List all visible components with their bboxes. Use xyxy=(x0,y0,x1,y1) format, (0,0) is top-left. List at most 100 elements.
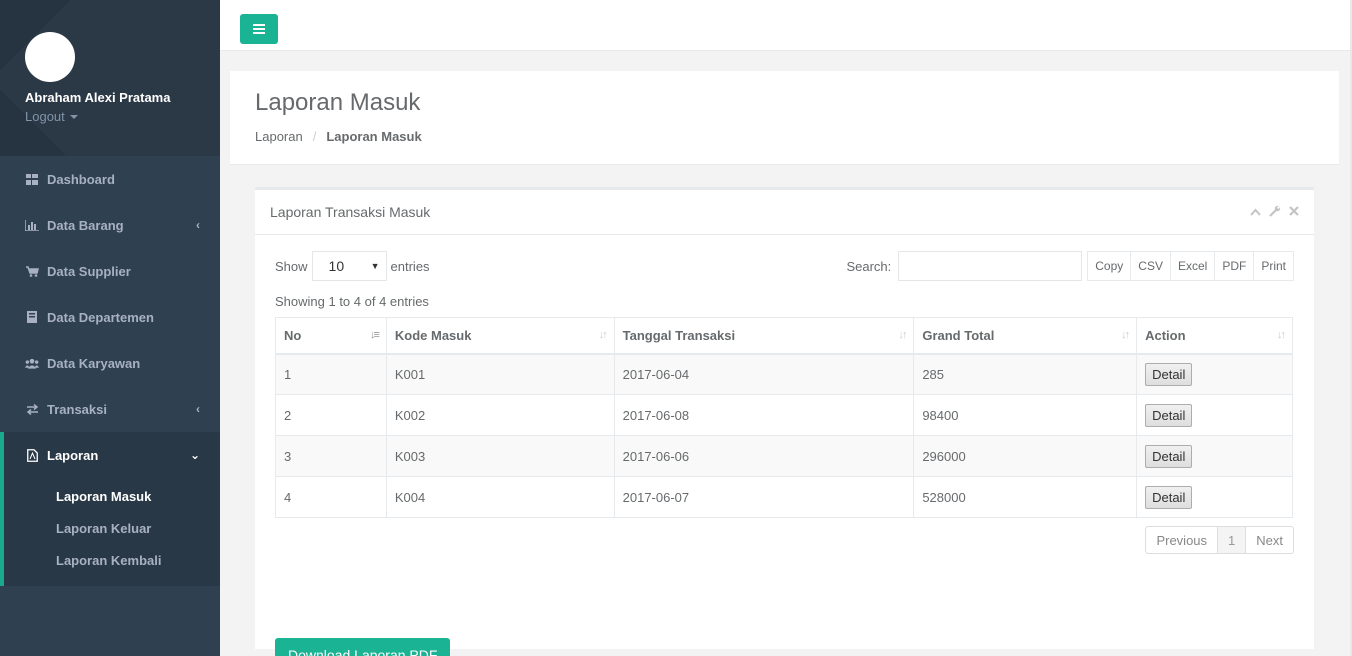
detail-button[interactable]: Detail xyxy=(1145,485,1193,509)
entries-control: Show 10 ▼ entries xyxy=(275,251,430,281)
users-icon xyxy=(25,356,39,370)
sidebar-item-label: Transaksi xyxy=(47,401,107,417)
sidebar-item-label: Laporan xyxy=(47,447,99,463)
search-input[interactable] xyxy=(898,251,1083,281)
table-header-row: No ↓≡ Kode Masuk ↓↑ Tanggal Transaksi ↓↑ Gr… xyxy=(275,317,1293,355)
report-panel: Laporan Transaksi Masuk Show 10 ▼ entrie… xyxy=(255,187,1314,656)
pagination-next[interactable]: Next xyxy=(1246,526,1294,554)
sidebar-item-laporan[interactable]: Laporan ⌄ xyxy=(4,432,220,478)
cell-no: 3 xyxy=(275,435,387,477)
sidebar-item-data-barang[interactable]: Data Barang ‹ xyxy=(0,202,220,248)
sidebar: Abraham Alexi Pratama Logout Dashboard D… xyxy=(0,0,220,656)
logout-dropdown[interactable]: Logout xyxy=(25,109,78,124)
sidebar-item-data-departemen[interactable]: Data Departemen xyxy=(0,294,220,340)
sidebar-item-data-karyawan[interactable]: Data Karyawan xyxy=(0,340,220,386)
column-header-label: Action xyxy=(1145,327,1186,343)
sort-asc-icon: ↓≡ xyxy=(369,329,380,341)
search-export-controls: Search: Copy CSV Excel PDF Print xyxy=(846,251,1294,281)
topbar xyxy=(220,0,1352,51)
sidebar-item-data-supplier[interactable]: Data Supplier xyxy=(0,248,220,294)
panel-header: Laporan Transaksi Masuk xyxy=(255,190,1314,235)
sidebar-subitem-laporan-masuk[interactable]: Laporan Masuk xyxy=(4,480,220,512)
report-table: No ↓≡ Kode Masuk ↓↑ Tanggal Transaksi ↓↑ Gr… xyxy=(275,317,1293,518)
cell-action: Detail xyxy=(1136,394,1293,436)
pagination-page-1[interactable]: 1 xyxy=(1218,526,1247,554)
copy-button[interactable]: Copy xyxy=(1087,251,1132,281)
column-header-grand-total[interactable]: Grand Total ↓↑ xyxy=(913,317,1138,355)
column-header-action[interactable]: Action ↓↑ xyxy=(1136,317,1293,355)
cell-action: Detail xyxy=(1136,476,1293,518)
chevron-left-icon: ‹ xyxy=(196,218,200,232)
breadcrumb: Laporan / Laporan Masuk xyxy=(255,129,1314,144)
cell-no: 4 xyxy=(275,476,387,518)
sidebar-item-label: Data Departemen xyxy=(47,309,154,325)
cell-tanggal: 2017-06-04 xyxy=(613,353,915,395)
sidebar-item-transaksi[interactable]: Transaksi ‹ xyxy=(0,386,220,432)
column-header-label: Tanggal Transaksi xyxy=(622,327,736,343)
csv-button[interactable]: CSV xyxy=(1131,251,1171,281)
column-header-label: No xyxy=(284,327,302,343)
excel-button[interactable]: Excel xyxy=(1170,251,1216,281)
collapse-icon[interactable] xyxy=(1250,205,1261,220)
cell-kode: K003 xyxy=(385,435,615,477)
cart-icon xyxy=(25,264,39,278)
entries-select[interactable]: 10 ▼ xyxy=(311,251,387,281)
entries-select-value: 10 xyxy=(328,258,345,274)
avatar[interactable] xyxy=(25,32,75,82)
cell-tanggal: 2017-06-06 xyxy=(613,435,915,477)
sidebar-subitem-laporan-kembali[interactable]: Laporan Kembali xyxy=(4,544,220,576)
breadcrumb-separator: / xyxy=(312,129,317,144)
sidebar-item-label: Data Barang xyxy=(47,217,124,233)
sort-icon: ↓↑ xyxy=(1121,329,1130,341)
column-header-tanggal[interactable]: Tanggal Transaksi ↓↑ xyxy=(613,317,915,355)
table-row: 1 K001 2017-06-04 285 Detail xyxy=(275,353,1293,395)
logout-label: Logout xyxy=(25,109,65,124)
cell-action: Detail xyxy=(1136,435,1293,477)
table-row: 4 K004 2017-06-07 528000 Detail xyxy=(275,476,1293,518)
caret-down-icon xyxy=(69,114,78,119)
print-button[interactable]: Print xyxy=(1254,251,1294,281)
sidebar-item-label: Data Karyawan xyxy=(47,355,141,371)
sort-icon: ↓↑ xyxy=(598,329,608,341)
sidebar-subitem-laporan-keluar[interactable]: Laporan Keluar xyxy=(4,512,220,544)
cell-total: 528000 xyxy=(913,476,1138,518)
table-row: 2 K002 2017-06-08 98400 Detail xyxy=(275,394,1293,436)
cell-kode: K001 xyxy=(385,353,615,395)
exchange-icon xyxy=(25,402,39,416)
profile-name: Abraham Alexi Pratama xyxy=(25,90,171,105)
panel-body: Show 10 ▼ entries Search: Copy CSV Excel… xyxy=(255,235,1314,656)
column-header-kode-masuk[interactable]: Kode Masuk ↓↑ xyxy=(385,317,615,355)
pdf-button[interactable]: PDF xyxy=(1215,251,1255,281)
export-button-group: Copy CSV Excel PDF Print xyxy=(1087,251,1294,281)
panel-tools xyxy=(1250,205,1299,220)
close-icon[interactable] xyxy=(1289,205,1299,220)
panel-title: Laporan Transaksi Masuk xyxy=(270,204,431,220)
bar-chart-icon xyxy=(25,218,39,232)
dashboard-icon xyxy=(25,172,39,186)
pdf-file-icon xyxy=(25,448,39,462)
page-heading: Laporan Masuk Laporan / Laporan Masuk xyxy=(230,71,1339,165)
menu-toggle-button[interactable] xyxy=(240,14,278,44)
detail-button[interactable]: Detail xyxy=(1145,444,1193,468)
sort-icon: ↓↑ xyxy=(898,329,907,341)
column-header-label: Kode Masuk xyxy=(394,327,472,343)
cell-total: 296000 xyxy=(913,435,1138,477)
cell-total: 285 xyxy=(913,353,1138,395)
detail-button[interactable]: Detail xyxy=(1145,362,1193,386)
sidebar-item-dashboard[interactable]: Dashboard xyxy=(0,156,220,202)
detail-button[interactable]: Detail xyxy=(1145,403,1193,427)
cell-tanggal: 2017-06-08 xyxy=(613,394,915,436)
sidebar-item-label: Dashboard xyxy=(47,171,115,187)
select-arrow-icon: ▼ xyxy=(370,261,380,271)
column-header-no[interactable]: No ↓≡ xyxy=(275,317,387,355)
show-label: Show xyxy=(275,258,308,274)
cell-total: 98400 xyxy=(913,394,1138,436)
table-row: 3 K003 2017-06-06 296000 Detail xyxy=(275,435,1293,477)
pagination-previous[interactable]: Previous xyxy=(1145,526,1219,554)
download-pdf-button[interactable]: Download Laporan PDF xyxy=(275,638,451,656)
breadcrumb-link-laporan[interactable]: Laporan xyxy=(255,129,303,144)
sidebar-item-label: Data Supplier xyxy=(47,263,131,279)
sidebar-group-laporan: Laporan ⌄ Laporan Masuk Laporan Keluar L… xyxy=(0,432,220,586)
wrench-icon[interactable] xyxy=(1269,205,1281,220)
entries-label: entries xyxy=(390,258,430,274)
